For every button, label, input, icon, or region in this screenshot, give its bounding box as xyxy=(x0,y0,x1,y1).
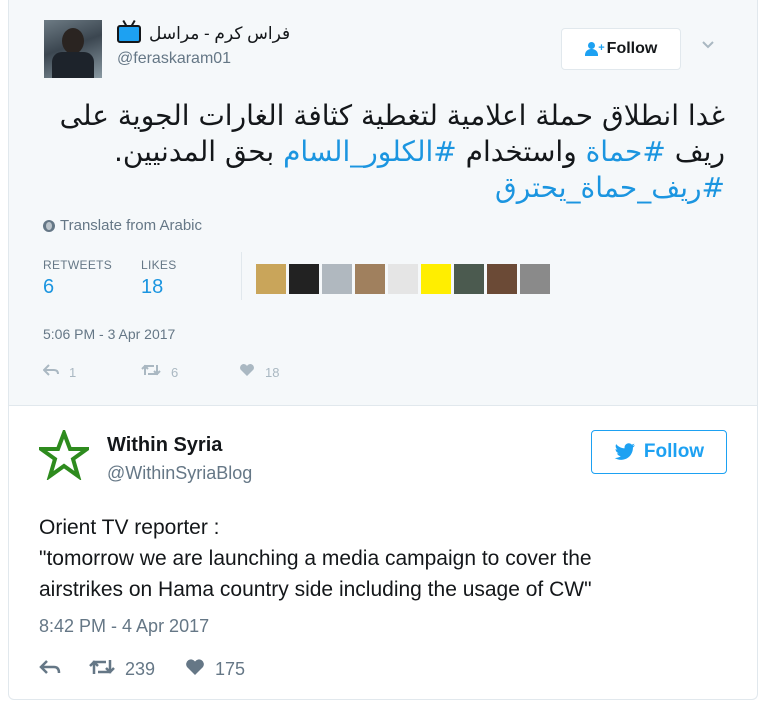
follow-button[interactable]: Follow xyxy=(591,430,727,474)
likes-count: 18 xyxy=(141,276,164,298)
tweet-text-line: "tomorrow we are launching a media campa… xyxy=(39,547,592,570)
retweets-count: 6 xyxy=(43,276,55,298)
translate-link[interactable]: Translate from Arabic xyxy=(43,217,202,234)
like-count: 175 xyxy=(215,658,246,679)
text-segment: بحق المدنيين. xyxy=(113,135,284,168)
like-action[interactable]: 18 xyxy=(239,363,337,382)
liker-avatar[interactable] xyxy=(421,264,451,294)
author-handle[interactable]: @WithinSyriaBlog xyxy=(107,463,252,484)
follow-label: Follow xyxy=(606,40,658,57)
liker-avatar[interactable] xyxy=(520,264,550,294)
author-name[interactable]: Within Syria xyxy=(107,434,222,457)
reply-count: 1 xyxy=(69,365,77,380)
tweet-card: فراس كرم - مراسل @feraskaram01 + Follow … xyxy=(8,0,758,700)
twitter-bird-icon xyxy=(614,443,636,461)
follow-label: Follow xyxy=(643,441,705,462)
author-avatar[interactable] xyxy=(44,20,102,78)
likes-stat[interactable]: LIKES 18 xyxy=(141,258,239,299)
liker-avatar[interactable] xyxy=(322,264,352,294)
likes-label: LIKES xyxy=(141,258,177,272)
tweet-text-line: Orient TV reporter : xyxy=(39,516,220,539)
hashtag-link[interactable]: #حماة xyxy=(586,135,666,168)
tweet-text-line: airstrikes on Hama country side includin… xyxy=(39,578,592,601)
like-count: 18 xyxy=(265,365,280,380)
person-add-icon: + xyxy=(584,42,605,56)
heart-icon xyxy=(185,656,205,682)
quoted-tweet[interactable]: فراس كرم - مراسل @feraskaram01 + Follow … xyxy=(9,0,757,406)
liker-avatar[interactable] xyxy=(256,264,286,294)
text-segment: واستخدام xyxy=(456,135,586,168)
author-name[interactable]: فراس كرم - مراسل xyxy=(149,24,290,44)
liker-avatar[interactable] xyxy=(388,264,418,294)
reply-action[interactable] xyxy=(39,656,89,682)
tweet-text-arabic: غدا انطلاق حملة اعلامية لتغطية كثافة الغ… xyxy=(49,98,725,206)
tweet-text: Orient TV reporter : "tomorrow we are la… xyxy=(39,512,739,605)
tv-icon xyxy=(117,25,141,43)
reply-icon xyxy=(42,363,59,382)
translate-label: Translate from Arabic xyxy=(60,217,202,234)
liker-avatar[interactable] xyxy=(487,264,517,294)
liker-avatars xyxy=(256,264,550,294)
retweet-count: 6 xyxy=(171,365,179,380)
author-name-row: فراس كرم - مراسل xyxy=(117,22,290,46)
tweet-actions: 239 175 xyxy=(39,656,265,682)
retweet-count: 239 xyxy=(125,658,156,679)
retweets-label: RETWEETS xyxy=(43,258,113,272)
retweet-icon xyxy=(141,363,161,382)
retweets-stat[interactable]: RETWEETS 6 xyxy=(43,258,141,299)
retweet-action[interactable]: 239 xyxy=(89,656,185,682)
retweet-action[interactable]: 6 xyxy=(141,363,239,382)
tweet-timestamp[interactable]: 8:42 PM - 4 Apr 2017 xyxy=(39,616,209,637)
liker-avatar[interactable] xyxy=(289,264,319,294)
heart-icon xyxy=(239,363,255,382)
liker-avatar[interactable] xyxy=(355,264,385,294)
hashtag-link[interactable]: #ريف_حماة_يحترق xyxy=(495,171,725,204)
liker-avatar[interactable] xyxy=(454,264,484,294)
reply-action[interactable]: 1 xyxy=(42,363,141,382)
tweet-timestamp[interactable]: 5:06 PM - 3 Apr 2017 xyxy=(43,326,175,342)
like-action[interactable]: 175 xyxy=(185,656,265,682)
tweet-actions: 1 6 18 xyxy=(42,363,337,382)
follow-button[interactable]: + Follow xyxy=(561,28,681,70)
star-avatar[interactable] xyxy=(34,427,94,481)
reply-icon xyxy=(39,656,61,682)
chevron-down-icon[interactable] xyxy=(701,38,715,52)
retweet-icon xyxy=(89,656,115,682)
author-handle[interactable]: @feraskaram01 xyxy=(117,50,231,68)
stats-divider xyxy=(241,252,242,300)
hashtag-link[interactable]: #الكلور_السام xyxy=(283,135,457,168)
globe-icon xyxy=(43,219,55,232)
tweet-stats: RETWEETS 6 LIKES 18 xyxy=(43,258,239,299)
